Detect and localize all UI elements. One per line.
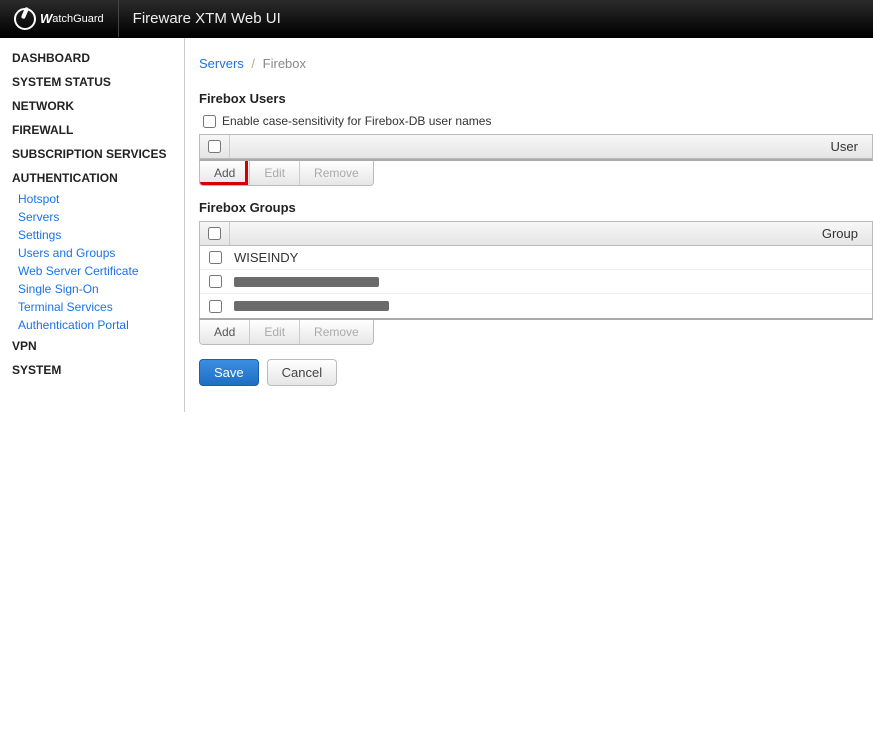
- users-grid: User: [199, 134, 873, 161]
- brand-rest: atchGuard: [52, 13, 103, 25]
- main-content: Servers / Firebox Firebox Users Enable c…: [185, 38, 873, 412]
- sidebar-section[interactable]: SYSTEM: [0, 358, 184, 382]
- groups-column-label: Group: [230, 226, 872, 241]
- row-cell: [230, 301, 872, 311]
- brand-logo: WatchGuard: [0, 0, 119, 37]
- table-row[interactable]: WISEINDY: [200, 246, 872, 270]
- users-remove-button[interactable]: Remove: [300, 161, 373, 185]
- table-row[interactable]: [200, 294, 872, 318]
- breadcrumb-separator: /: [247, 56, 259, 71]
- sidebar-subitem[interactable]: Servers: [0, 208, 184, 226]
- sidebar-subitem[interactable]: Hotspot: [0, 190, 184, 208]
- row-cell: [230, 277, 872, 287]
- redacted-text: [234, 301, 389, 311]
- users-column-label: User: [230, 139, 872, 154]
- sidebar-section[interactable]: DASHBOARD: [0, 46, 184, 70]
- sidebar-section[interactable]: NETWORK: [0, 94, 184, 118]
- users-button-row: Add Edit Remove: [199, 161, 374, 186]
- sidebar-section[interactable]: VPN: [0, 334, 184, 358]
- sidebar-section[interactable]: AUTHENTICATION: [0, 166, 184, 190]
- table-row[interactable]: [200, 270, 872, 294]
- redacted-text: [234, 277, 379, 287]
- users-edit-button[interactable]: Edit: [250, 161, 300, 185]
- brand-first: W: [40, 11, 52, 26]
- row-checkbox[interactable]: [209, 251, 222, 264]
- sidebar-subitem[interactable]: Terminal Services: [0, 298, 184, 316]
- users-grid-header: User: [200, 135, 872, 159]
- row-cell: WISEINDY: [230, 250, 872, 265]
- sidebar: DASHBOARDSYSTEM STATUSNETWORKFIREWALLSUB…: [0, 38, 185, 412]
- row-checkbox[interactable]: [209, 275, 222, 288]
- groups-button-row: Add Edit Remove: [199, 320, 374, 345]
- breadcrumb-parent[interactable]: Servers: [199, 56, 244, 71]
- groups-grid-header: Group: [200, 222, 872, 246]
- groups-grid: Group WISEINDY: [199, 221, 873, 320]
- logo-icon: [14, 8, 36, 30]
- groups-add-button[interactable]: Add: [200, 320, 250, 344]
- top-bar: WatchGuard Fireware XTM Web UI: [0, 0, 873, 38]
- product-title: Fireware XTM Web UI: [119, 10, 281, 27]
- users-panel-title: Firebox Users: [199, 91, 873, 112]
- sidebar-section[interactable]: SUBSCRIPTION SERVICES: [0, 142, 184, 166]
- groups-remove-button[interactable]: Remove: [300, 320, 373, 344]
- save-button[interactable]: Save: [199, 359, 259, 386]
- sidebar-subitem[interactable]: Authentication Portal: [0, 316, 184, 334]
- groups-select-all-checkbox[interactable]: [208, 227, 221, 240]
- case-sensitivity-checkbox[interactable]: [203, 115, 216, 128]
- sidebar-subitem[interactable]: Single Sign-On: [0, 280, 184, 298]
- users-select-all-checkbox[interactable]: [208, 140, 221, 153]
- breadcrumb-current: Firebox: [263, 56, 306, 71]
- row-checkbox[interactable]: [209, 300, 222, 313]
- cancel-button[interactable]: Cancel: [267, 359, 337, 386]
- sidebar-subitem[interactable]: Users and Groups: [0, 244, 184, 262]
- action-row: Save Cancel: [199, 359, 873, 386]
- groups-edit-button[interactable]: Edit: [250, 320, 300, 344]
- breadcrumb: Servers / Firebox: [199, 56, 873, 91]
- sidebar-section[interactable]: FIREWALL: [0, 118, 184, 142]
- case-sensitivity-label: Enable case-sensitivity for Firebox-DB u…: [222, 114, 491, 128]
- sidebar-subitem[interactable]: Web Server Certificate: [0, 262, 184, 280]
- groups-panel-title: Firebox Groups: [199, 200, 873, 221]
- sidebar-section[interactable]: SYSTEM STATUS: [0, 70, 184, 94]
- users-add-button[interactable]: Add: [200, 161, 250, 185]
- sidebar-subitem[interactable]: Settings: [0, 226, 184, 244]
